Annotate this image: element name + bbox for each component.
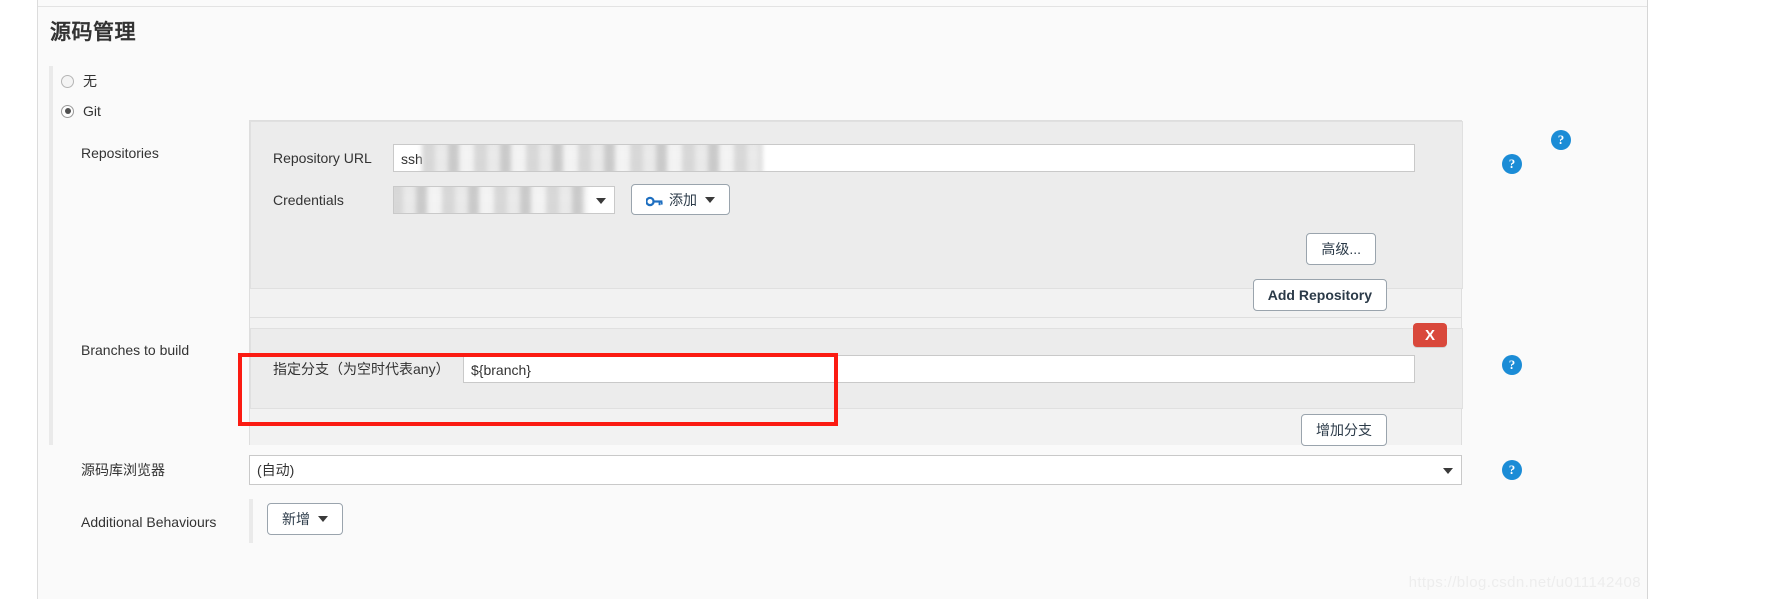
repositories-inner-panel: Repository URL ssh Credentials 添加 高级... bbox=[250, 121, 1463, 289]
key-icon bbox=[645, 194, 663, 207]
chevron-down-icon bbox=[1443, 468, 1453, 474]
repository-url-value: ssh bbox=[401, 151, 423, 167]
repo-browser-help-icon[interactable]: ? bbox=[1502, 460, 1522, 480]
row-repositories: Repositories Repository URL ssh Credenti… bbox=[49, 120, 1649, 317]
branches-inner-panel: 指定分支（为空时代表any） ${branch} X bbox=[250, 323, 1463, 409]
add-repository-button-label: Add Repository bbox=[1267, 287, 1372, 303]
repo-browser-field: (自动) ? bbox=[249, 445, 1649, 485]
credentials-redaction bbox=[394, 186, 588, 213]
branch-spec-value: ${branch} bbox=[471, 362, 531, 378]
branch-spec-row: 指定分支（为空时代表any） ${branch} bbox=[251, 355, 1462, 383]
repository-url-help-icon[interactable]: ? bbox=[1502, 154, 1522, 174]
scm-radio-none[interactable]: 无 bbox=[61, 66, 349, 96]
credentials-select[interactable] bbox=[393, 185, 615, 214]
branch-spec-help-icon[interactable]: ? bbox=[1502, 355, 1522, 375]
repositories-row-label: Repositories bbox=[81, 145, 159, 161]
branch-spec-input[interactable]: ${branch} bbox=[463, 355, 1415, 383]
repo-browser-select[interactable]: (自动) bbox=[249, 455, 1462, 485]
add-repository-button[interactable]: Add Repository bbox=[1252, 279, 1387, 311]
row-branches-to-build: Branches to build 指定分支（为空时代表any） ${branc… bbox=[49, 317, 1649, 446]
branches-row-label: Branches to build bbox=[81, 342, 190, 358]
page-title: 源码管理 bbox=[50, 21, 136, 44]
scm-radio-git-label: Git bbox=[83, 103, 101, 119]
row-additional-behaviours: Additional Behaviours 新增 bbox=[49, 495, 1649, 565]
chevron-down-icon bbox=[705, 196, 715, 203]
repositories-field: Repository URL ssh Credentials 添加 高级... … bbox=[249, 120, 1649, 317]
scm-radio-none-label: 无 bbox=[83, 73, 97, 89]
scm-config-page: 源码管理 无 Git Repositories Repository URL s… bbox=[37, 0, 1648, 599]
credentials-row: Credentials 添加 bbox=[251, 184, 1462, 215]
add-credentials-button[interactable]: 添加 bbox=[631, 184, 730, 215]
repo-browser-value: (自动) bbox=[257, 462, 295, 478]
additional-behaviours-label: Additional Behaviours bbox=[81, 514, 217, 530]
add-behaviour-button[interactable]: 新增 bbox=[267, 503, 343, 535]
repository-url-label: Repository URL bbox=[273, 150, 372, 166]
additional-behaviours-field: 新增 bbox=[249, 495, 1649, 543]
branch-spec-label: 指定分支（为空时代表any） bbox=[273, 361, 450, 377]
scm-radio-group: 无 Git bbox=[49, 66, 349, 126]
repositories-help-icon[interactable]: ? bbox=[1551, 130, 1571, 150]
advanced-button-label: 高级... bbox=[1321, 241, 1361, 257]
delete-branch-button[interactable]: X bbox=[1413, 323, 1447, 347]
page-top-divider bbox=[38, 6, 1647, 7]
repo-browser-label: 源码库浏览器 bbox=[81, 462, 165, 478]
repositories-outer-panel: Repository URL ssh Credentials 添加 高级... … bbox=[249, 120, 1463, 317]
add-credentials-button-label: 添加 bbox=[669, 191, 697, 208]
branches-field: 指定分支（为空时代表any） ${branch} X 增加分支 ? bbox=[249, 317, 1649, 446]
radio-none-icon[interactable] bbox=[61, 74, 74, 88]
close-icon: X bbox=[1424, 327, 1435, 344]
credentials-label: Credentials bbox=[273, 191, 344, 208]
additional-behaviours-divider bbox=[249, 499, 253, 543]
advanced-button[interactable]: 高级... bbox=[1306, 233, 1376, 265]
chevron-down-icon bbox=[596, 197, 606, 204]
scm-config-table: Repositories Repository URL ssh Credenti… bbox=[49, 120, 1649, 565]
branches-outer-panel: 指定分支（为空时代表any） ${branch} X 增加分支 bbox=[249, 317, 1463, 446]
repository-url-input[interactable]: ssh bbox=[393, 144, 1415, 172]
repository-url-row: Repository URL ssh bbox=[251, 144, 1462, 172]
repository-url-redaction bbox=[422, 145, 762, 171]
add-behaviour-button-label: 新增 bbox=[282, 511, 310, 527]
add-branch-button[interactable]: 增加分支 bbox=[1301, 414, 1387, 446]
chevron-down-icon bbox=[318, 516, 328, 522]
row-repo-browser: 源码库浏览器 (自动) ? bbox=[49, 445, 1649, 495]
radio-git-icon[interactable] bbox=[61, 104, 74, 118]
watermark: https://blog.csdn.net/u011142408 bbox=[1408, 574, 1641, 591]
add-branch-button-label: 增加分支 bbox=[1316, 422, 1372, 438]
